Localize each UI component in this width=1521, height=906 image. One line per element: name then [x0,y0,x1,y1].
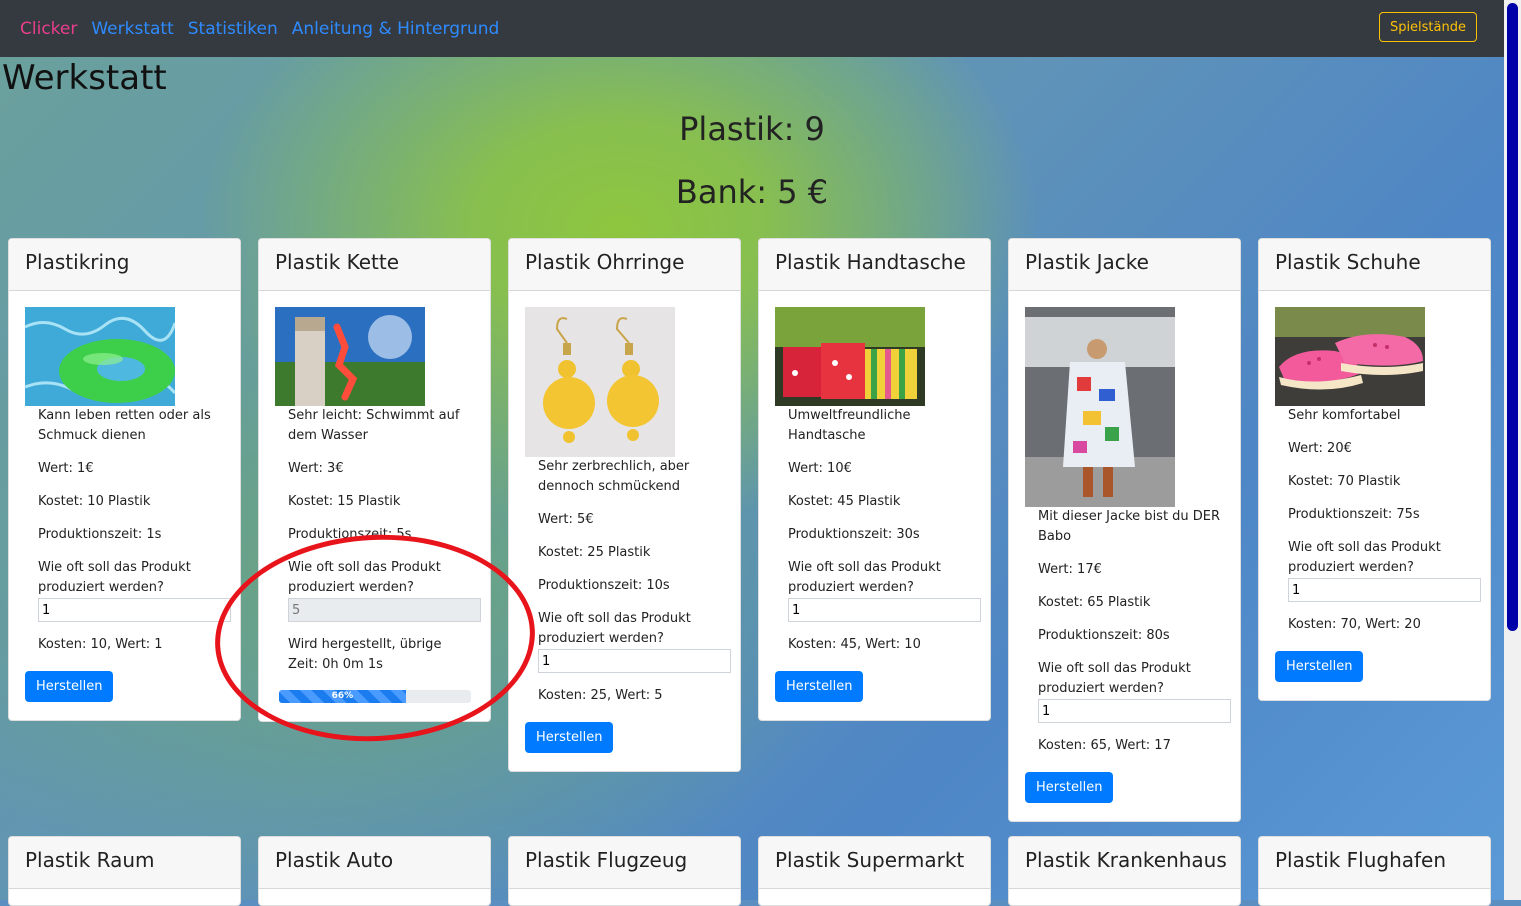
top-navbar: Clicker Werkstatt Statistiken Anleitung … [0,0,1504,57]
product-cost: Kostet: 70 Plastik [1288,474,1401,489]
card-title: Plastik Krankenhaus [1009,837,1240,889]
vertical-scrollbar[interactable] [1504,0,1521,900]
product-description: Kann leben retten oder als Schmuck diene… [38,408,211,443]
card-title: Plastik Ohrringe [509,239,740,291]
page-title: Werkstatt [2,58,167,98]
production-time: Produktionszeit: 1s [38,527,162,542]
jacket-image [1025,307,1175,507]
product-cost: Kostet: 45 Plastik [788,494,901,509]
card-title: Plastik Supermarkt [759,837,990,889]
product-card-plastik-flugzeug: Plastik Flugzeug [508,836,741,906]
card-title: Plastik Schuhe [1259,239,1490,291]
herstellen-button[interactable]: Herstellen [1275,651,1364,682]
product-cost: Kostet: 25 Plastik [538,545,651,560]
product-card-plastik-krankenhaus: Plastik Krankenhaus [1008,836,1241,906]
nav-link-werkstatt[interactable]: Werkstatt [91,19,173,39]
plastik-counter: Plastik: 9 [679,110,825,148]
quantity-input[interactable] [1038,699,1231,723]
product-value: Wert: 1€ [38,461,94,476]
cost-summary: Kosten: 45, Wert: 10 [788,637,921,652]
product-card-plastik-schuhe: Plastik Schuhe Sehr komfortabel Wert: 20… [1258,238,1491,701]
card-title: Plastik Handtasche [759,239,990,291]
quantity-label: Wie oft soll das Produkt produziert werd… [1038,661,1191,696]
herstellen-button[interactable]: Herstellen [25,671,114,702]
cost-summary: Kosten: 65, Wert: 17 [1038,738,1171,753]
cost-summary: Kosten: 25, Wert: 5 [538,688,663,703]
product-card-plastik-raum: Plastik Raum [8,836,241,906]
card-title: Plastikring [9,239,240,291]
plastic-chain-image [275,307,425,406]
shoes-image [1275,307,1425,406]
quantity-input[interactable] [38,598,231,622]
swim-ring-image [25,307,175,406]
herstellen-button[interactable]: Herstellen [775,671,864,702]
product-card-plastik-auto: Plastik Auto [258,836,491,906]
product-description: Sehr leicht: Schwimmt auf dem Wasser [288,408,460,443]
product-value: Wert: 5€ [538,512,594,527]
quantity-input[interactable] [1288,578,1481,602]
product-card-plastik-flughafen: Plastik Flughafen [1258,836,1491,906]
nav-link-anleitung[interactable]: Anleitung & Hintergrund [292,19,500,39]
product-card-plastik-supermarkt: Plastik Supermarkt [758,836,991,906]
product-cost: Kostet: 10 Plastik [38,494,151,509]
cost-summary: Kosten: 70, Wert: 20 [1288,617,1421,632]
production-time: Produktionszeit: 75s [1288,507,1420,522]
herstellen-button[interactable]: Herstellen [1025,772,1114,803]
product-description: Sehr zerbrechlich, aber dennoch schmücke… [538,459,690,494]
product-value: Wert: 17€ [1038,562,1102,577]
product-value: Wert: 3€ [288,461,344,476]
production-time: Produktionszeit: 10s [538,578,670,593]
handbag-image [775,307,925,406]
scrollbar-thumb[interactable] [1507,3,1518,631]
quantity-label: Wie oft soll das Produkt produziert werd… [38,560,191,595]
herstellen-button[interactable]: Herstellen [525,722,614,753]
quantity-label: Wie oft soll das Produkt produziert werd… [1288,540,1441,575]
nav-link-statistiken[interactable]: Statistiken [188,19,278,39]
bank-counter: Bank: 5 € [675,173,829,211]
product-description: Umweltfreundliche Handtasche [788,408,911,443]
card-title: Plastik Auto [259,837,490,889]
product-value: Wert: 10€ [788,461,852,476]
spielstaende-button[interactable]: Spielstände [1378,12,1477,42]
quantity-input[interactable] [538,649,731,673]
product-card-plastikring: Plastikring Kann leben retten oder als S… [8,238,241,721]
card-title: Plastik Flughafen [1259,837,1490,889]
card-title: Plastik Raum [9,837,240,889]
product-cost: Kostet: 15 Plastik [288,494,401,509]
product-card-plastik-jacke: Plastik Jacke Mit dieser Jacke bist du D… [1008,238,1241,822]
cost-summary: Kosten: 10, Wert: 1 [38,637,163,652]
production-time: Produktionszeit: 30s [788,527,920,542]
product-card-plastik-ohrringe: Plastik Ohrringe Sehr zerbrechlich, aber… [508,238,741,772]
product-description: Sehr komfortabel [1288,408,1401,423]
nav-brand-clicker[interactable]: Clicker [20,19,77,39]
product-value: Wert: 20€ [1288,441,1352,456]
production-time: Produktionszeit: 80s [1038,628,1170,643]
quantity-label: Wie oft soll das Produkt produziert werd… [788,560,941,595]
product-card-plastik-handtasche: Plastik Handtasche Umweltfreundliche Han… [758,238,991,721]
product-cost: Kostet: 65 Plastik [1038,595,1151,610]
card-title: Plastik Kette [259,239,490,291]
quantity-label: Wie oft soll das Produkt produziert werd… [538,611,691,646]
earrings-image [525,307,675,457]
card-title: Plastik Jacke [1009,239,1240,291]
quantity-input[interactable] [788,598,981,622]
product-description: Mit dieser Jacke bist du DER Babo [1038,509,1221,544]
card-title: Plastik Flugzeug [509,837,740,889]
